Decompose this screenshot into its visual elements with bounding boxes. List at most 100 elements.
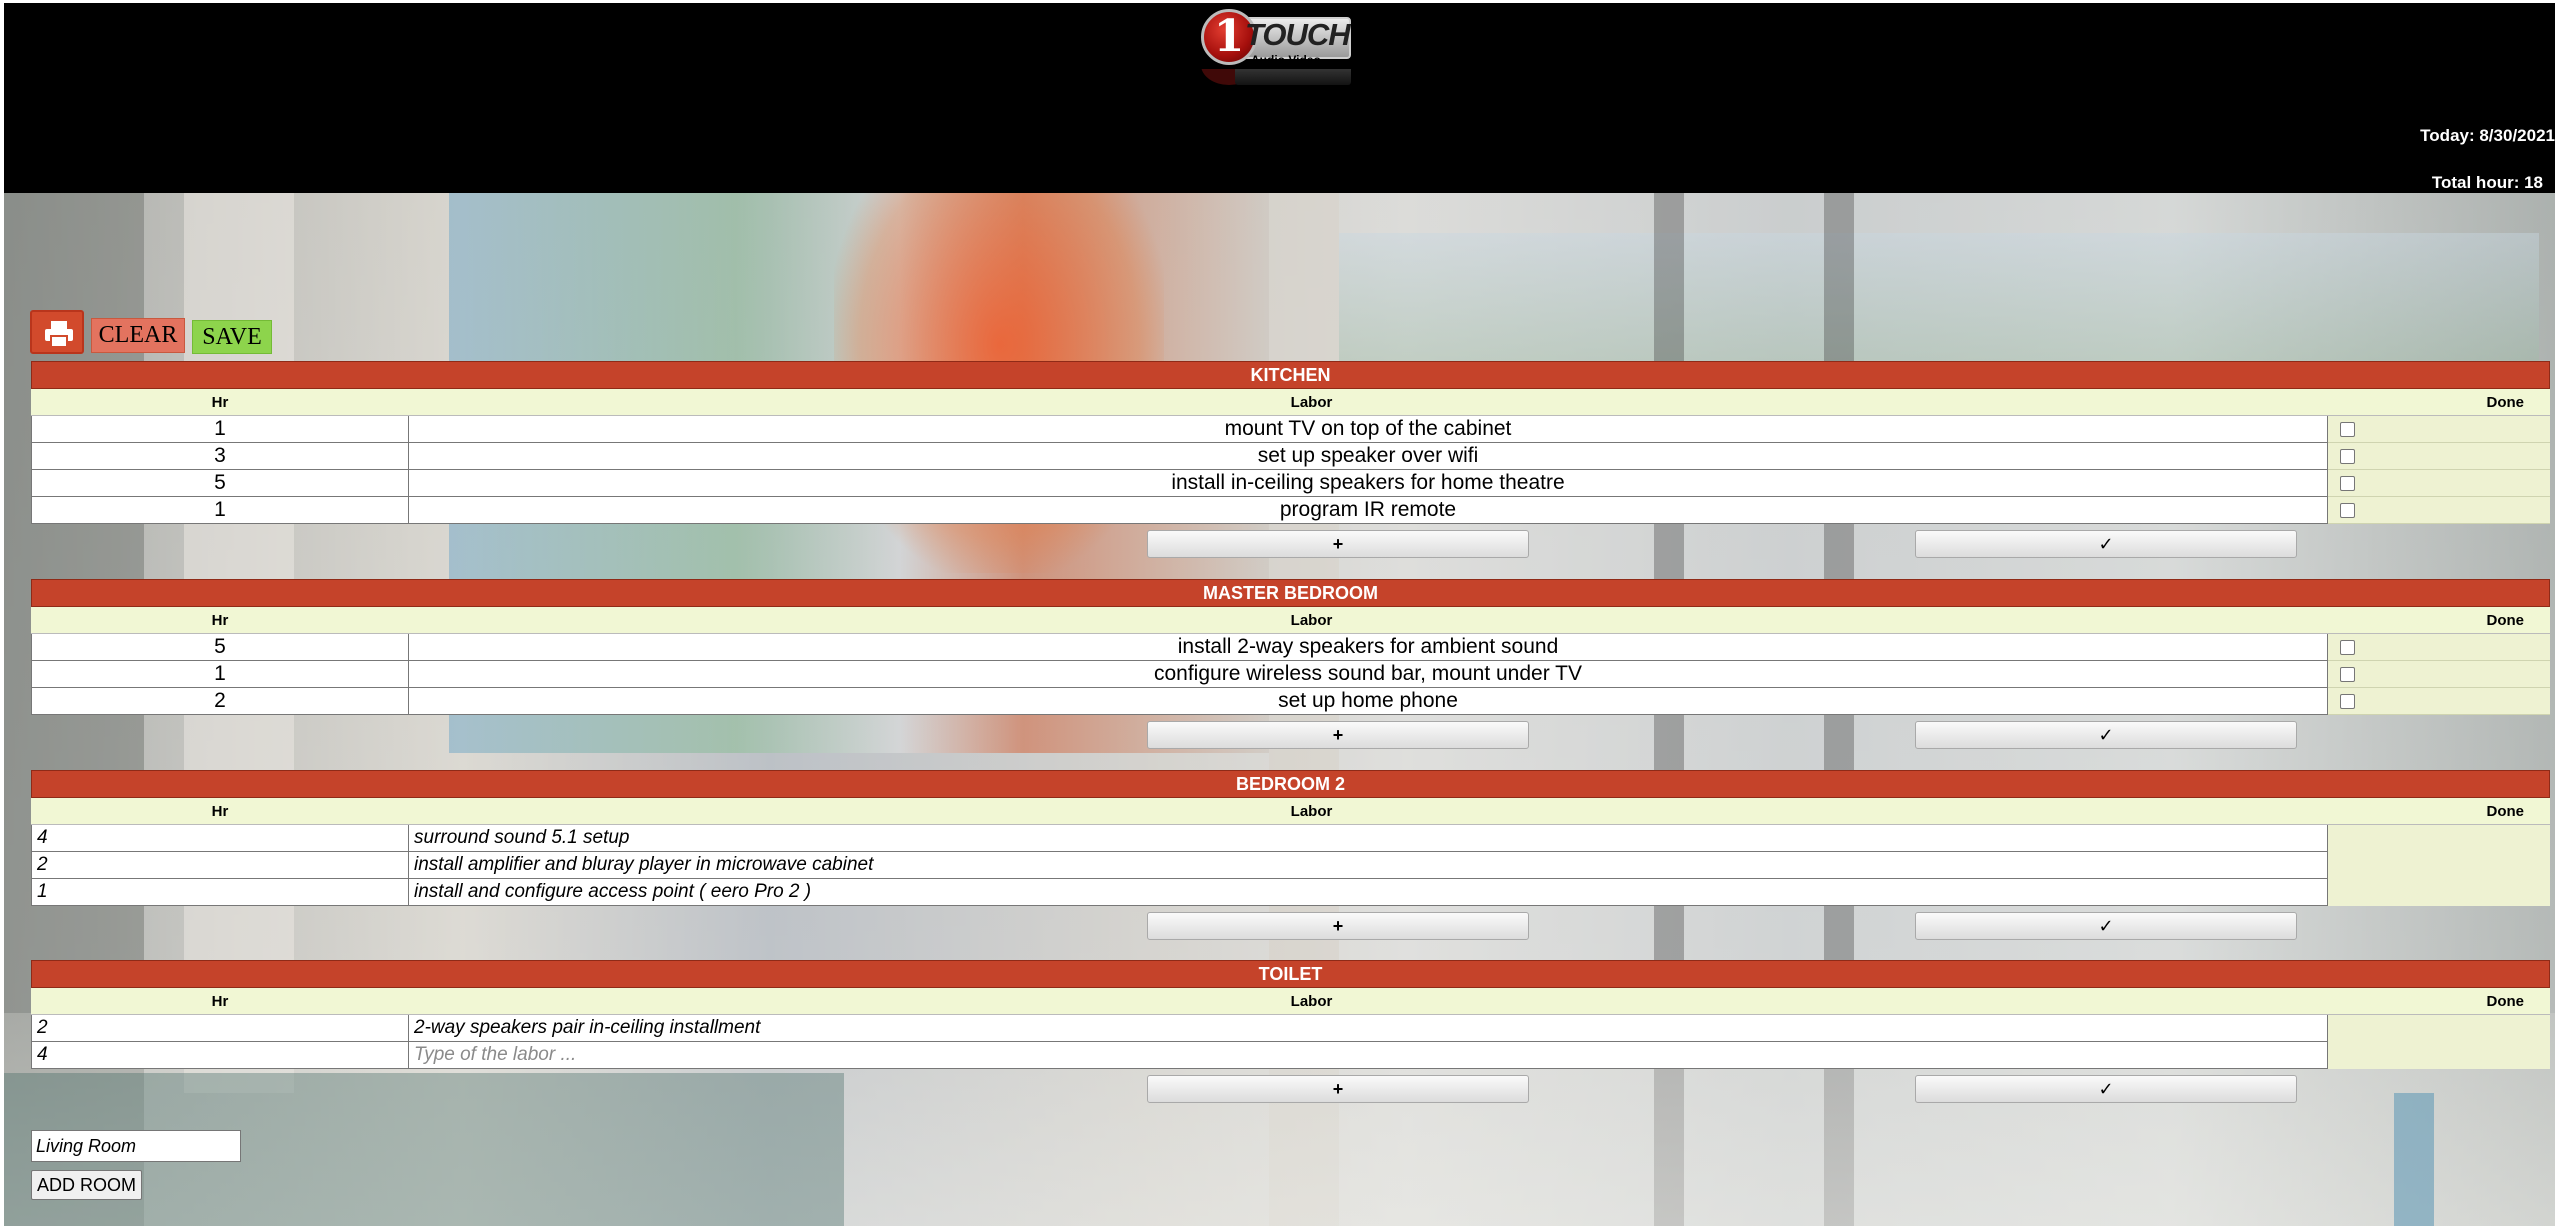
add-task-button[interactable]: + (1147, 721, 1529, 749)
hr-column-header: Hr (211, 612, 229, 629)
room-toilet: TOILET Hr Labor Done 2 2-way speakers pa… (31, 960, 2550, 1105)
room-title: BEDROOM 2 (31, 770, 2550, 798)
task-input-row: 2 install amplifier and bluray player in… (31, 852, 2550, 879)
done-cell (2328, 416, 2550, 443)
done-checkbox[interactable] (2340, 640, 2355, 655)
confirm-button[interactable]: ✓ (1915, 1075, 2297, 1103)
task-labor: mount TV on top of the cabinet (409, 416, 2328, 443)
total-hours: Total hour: 18 (2431, 173, 2543, 192)
column-header: Hr Labor Done (31, 607, 2550, 634)
confirm-button[interactable]: ✓ (1915, 912, 2297, 940)
hr-column-header: Hr (211, 993, 229, 1010)
hours-input[interactable]: 1 (31, 879, 409, 906)
labor-input[interactable]: install amplifier and bluray player in m… (409, 852, 2328, 879)
done-cell (2328, 688, 2550, 715)
add-task-button[interactable]: + (1147, 1075, 1529, 1103)
done-checkbox[interactable] (2340, 503, 2355, 518)
add-task-button[interactable]: + (1147, 912, 1529, 940)
task-labor: configure wireless sound bar, mount unde… (409, 661, 2328, 688)
new-room-input[interactable]: Living Room (31, 1130, 241, 1162)
logo-subtitle: Audio Video (1251, 53, 1321, 67)
task-labor: program IR remote (409, 497, 2328, 524)
task-input-row: 4 Type of the labor ... (31, 1042, 2550, 1069)
hr-column-header: Hr (211, 803, 229, 820)
confirm-button[interactable]: ✓ (1915, 721, 2297, 749)
task-labor: set up speaker over wifi (409, 443, 2328, 470)
column-header: Hr Labor Done (31, 389, 2550, 416)
task-input-row: 4 surround sound 5.1 setup (31, 825, 2550, 852)
done-column-header: Done (2486, 993, 2525, 1010)
add-room-button[interactable]: ADD ROOM (31, 1170, 142, 1200)
room-master-bedroom: MASTER BEDROOM Hr Labor Done 5 install 2… (31, 579, 2550, 751)
task-hours: 1 (31, 497, 409, 524)
task-labor: set up home phone (409, 688, 2328, 715)
hours-input[interactable]: 2 (31, 1015, 409, 1042)
add-task-button[interactable]: + (1147, 530, 1529, 558)
labor-input[interactable]: Type of the labor ... (409, 1042, 2328, 1069)
done-checkbox[interactable] (2340, 449, 2355, 464)
labor-input[interactable]: install and configure access point ( eer… (409, 879, 2328, 906)
done-checkbox[interactable] (2340, 476, 2355, 491)
task-hours: 1 (31, 661, 409, 688)
hr-column-header: Hr (211, 394, 229, 411)
done-checkbox[interactable] (2340, 694, 2355, 709)
task-input-row: 1 install and configure access point ( e… (31, 879, 2550, 906)
company-logo: 1 TOUCH Audio Video (1199, 7, 1359, 93)
done-cell (2328, 825, 2550, 852)
logo-wordmark: TOUCH (1245, 17, 1351, 52)
task-hours: 2 (31, 688, 409, 715)
task-hours: 3 (31, 443, 409, 470)
column-header: Hr Labor Done (31, 798, 2550, 825)
column-header: Hr Labor Done (31, 988, 2550, 1015)
done-checkbox[interactable] (2340, 422, 2355, 437)
room-bedroom-2: BEDROOM 2 Hr Labor Done 4 surround sound… (31, 770, 2550, 942)
task-row: 1 mount TV on top of the cabinet (31, 416, 2550, 443)
room-actions: + ✓ (31, 524, 2550, 560)
done-cell (2328, 443, 2550, 470)
app-header: 1 TOUCH Audio Video Today: 8/30/2021 Tot… (4, 3, 2555, 193)
save-button[interactable]: SAVE (192, 320, 272, 354)
task-hours: 5 (31, 470, 409, 497)
task-row: 1 configure wireless sound bar, mount un… (31, 661, 2550, 688)
done-cell (2328, 1042, 2550, 1069)
clear-button[interactable]: CLEAR (91, 318, 185, 353)
room-title: KITCHEN (31, 361, 2550, 389)
task-row: 5 install in-ceiling speakers for home t… (31, 470, 2550, 497)
room-title: TOILET (31, 960, 2550, 988)
task-hours: 5 (31, 634, 409, 661)
today-date: Today: 8/30/2021 (2420, 126, 2555, 145)
labor-input[interactable]: 2-way speakers pair in-ceiling installme… (409, 1015, 2328, 1042)
done-cell (2328, 634, 2550, 661)
done-checkbox[interactable] (2340, 667, 2355, 682)
done-cell (2328, 661, 2550, 688)
task-labor: install in-ceiling speakers for home the… (409, 470, 2328, 497)
labor-column-header: Labor (1290, 993, 1333, 1010)
room-title: MASTER BEDROOM (31, 579, 2550, 607)
room-actions: + ✓ (31, 1069, 2550, 1105)
hours-input[interactable]: 2 (31, 852, 409, 879)
labor-column-header: Labor (1290, 803, 1333, 820)
hours-input[interactable]: 4 (31, 1042, 409, 1069)
room-kitchen: KITCHEN Hr Labor Done 1 mount TV on top … (31, 361, 2550, 560)
print-button[interactable] (30, 310, 84, 354)
labor-column-header: Labor (1290, 612, 1333, 629)
labor-column-header: Labor (1290, 394, 1333, 411)
task-row: 5 install 2-way speakers for ambient sou… (31, 634, 2550, 661)
done-cell (2328, 470, 2550, 497)
labor-input[interactable]: surround sound 5.1 setup (409, 825, 2328, 852)
done-column-header: Done (2486, 803, 2525, 820)
done-cell (2328, 1015, 2550, 1042)
confirm-button[interactable]: ✓ (1915, 530, 2297, 558)
done-cell (2328, 497, 2550, 524)
done-cell (2328, 879, 2550, 906)
task-row: 1 program IR remote (31, 497, 2550, 524)
task-input-row: 2 2-way speakers pair in-ceiling install… (31, 1015, 2550, 1042)
hours-input[interactable]: 4 (31, 825, 409, 852)
logo-reflection (1201, 69, 1353, 91)
room-actions: + ✓ (31, 715, 2550, 751)
task-row: 3 set up speaker over wifi (31, 443, 2550, 470)
done-cell (2328, 852, 2550, 879)
task-labor: install 2-way speakers for ambient sound (409, 634, 2328, 661)
task-row: 2 set up home phone (31, 688, 2550, 715)
room-actions: + ✓ (31, 906, 2550, 942)
